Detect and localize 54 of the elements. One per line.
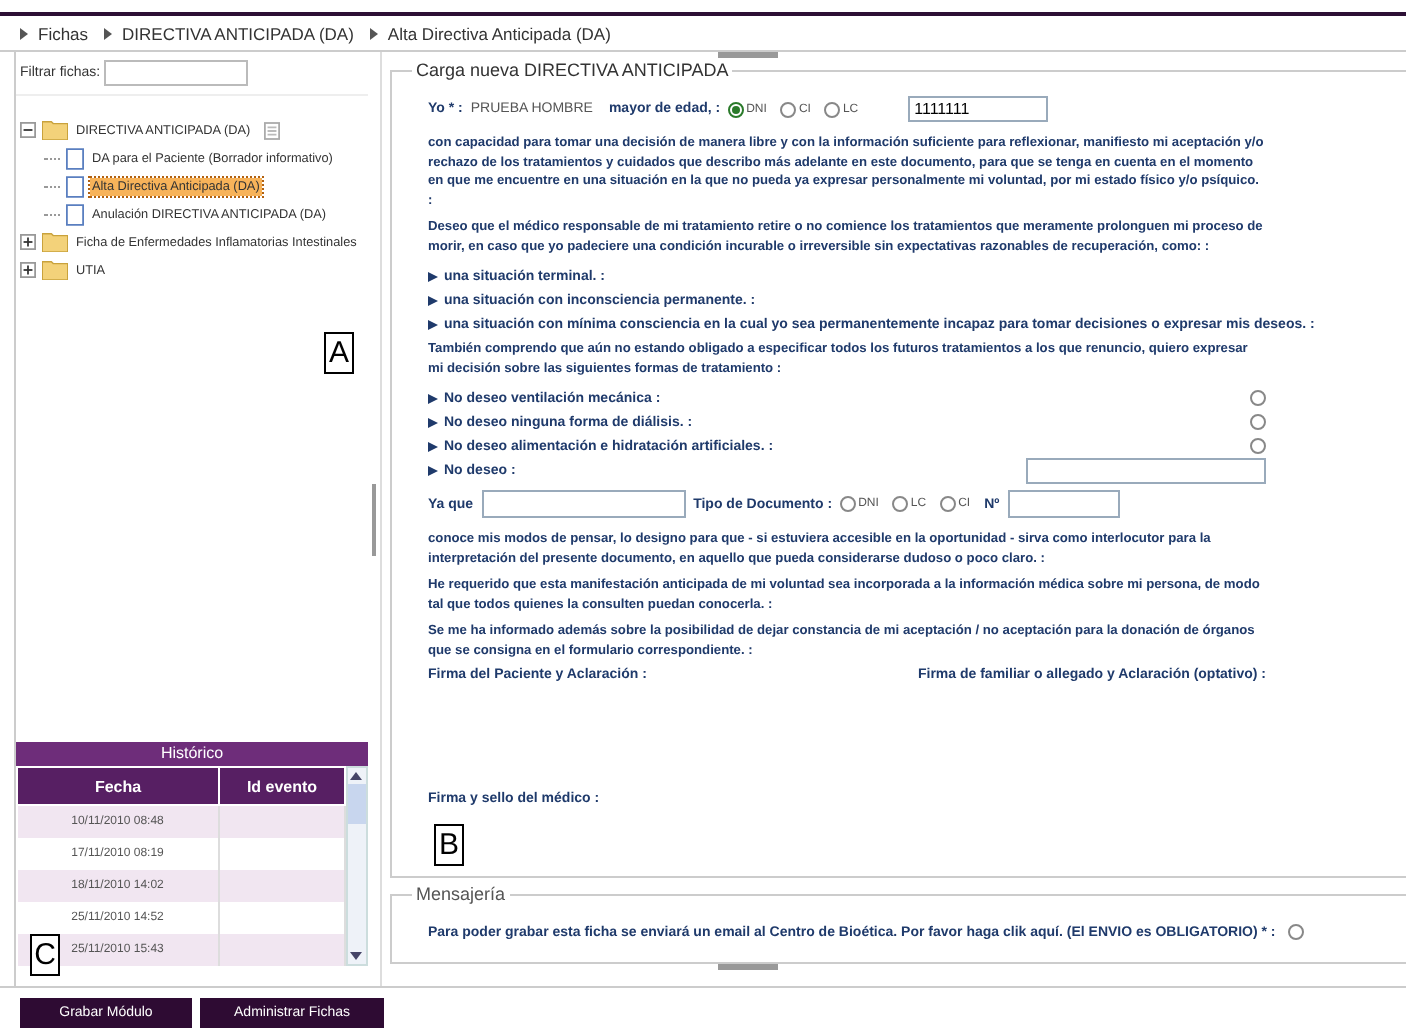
messaging-legend: Mensajería — [412, 884, 510, 904]
history-title: Histórico — [16, 742, 368, 766]
radio-button[interactable] — [940, 496, 957, 512]
radio-button[interactable] — [1250, 390, 1266, 406]
folder-icon — [42, 260, 68, 280]
folder-icon — [42, 232, 68, 252]
breadcrumb-link[interactable]: Alta Directiva Anticipada (DA) — [387, 23, 611, 43]
bullet-icon — [428, 271, 438, 281]
chevron-icon — [20, 27, 28, 39]
table-cell — [219, 805, 345, 838]
column-header[interactable]: Id evento — [219, 767, 345, 805]
bullet-icon — [428, 441, 438, 451]
scroll-down-icon[interactable] — [348, 948, 364, 964]
scrollbar-thumb[interactable] — [348, 784, 366, 824]
document-icon[interactable] — [264, 121, 281, 139]
document-number-field[interactable]: 1111111 — [908, 96, 1049, 122]
text-field[interactable] — [481, 490, 686, 518]
annotation-label: B — [434, 824, 464, 866]
annotation-label: C — [30, 934, 60, 976]
document-icon — [66, 147, 84, 169]
breadcrumb-link[interactable]: Fichas — [38, 23, 89, 43]
splitter-handle[interactable] — [718, 964, 778, 970]
column-header[interactable]: Fecha — [17, 767, 219, 805]
scrollbar-track[interactable] — [346, 766, 368, 966]
bullet-icon — [428, 295, 438, 305]
document-icon — [66, 175, 84, 197]
table-cell — [219, 870, 345, 902]
radio-button[interactable] — [780, 101, 797, 117]
filter-field[interactable] — [104, 60, 249, 86]
bullet-icon — [428, 319, 438, 329]
folder-icon — [42, 120, 68, 140]
bullet-icon — [428, 393, 438, 403]
form-legend: Carga nueva DIRECTIVA ANTICIPADA — [412, 60, 733, 80]
splitter-handle[interactable] — [718, 52, 778, 58]
radio-button[interactable] — [728, 101, 745, 117]
expand-icon[interactable] — [20, 234, 36, 250]
radio-button[interactable] — [892, 496, 909, 512]
bullet-icon — [428, 417, 438, 427]
document-icon — [66, 203, 84, 225]
splitter-handle[interactable] — [368, 52, 382, 986]
breadcrumb-link[interactable]: DIRECTIVA ANTICIPADA (DA) — [122, 23, 354, 43]
radio-button[interactable] — [1250, 438, 1266, 454]
chevron-icon — [104, 27, 113, 39]
expand-icon[interactable] — [20, 262, 36, 278]
annotation-label: A — [324, 332, 354, 374]
text-field[interactable] — [1007, 490, 1120, 518]
radio-button[interactable] — [840, 496, 857, 512]
text-field[interactable] — [1026, 457, 1266, 483]
radio-button[interactable] — [1250, 414, 1266, 430]
collapse-icon[interactable] — [20, 122, 36, 138]
radio-button[interactable] — [1287, 924, 1304, 940]
bullet-icon — [428, 465, 438, 475]
radio-button[interactable] — [824, 101, 841, 117]
chevron-icon — [369, 27, 378, 39]
